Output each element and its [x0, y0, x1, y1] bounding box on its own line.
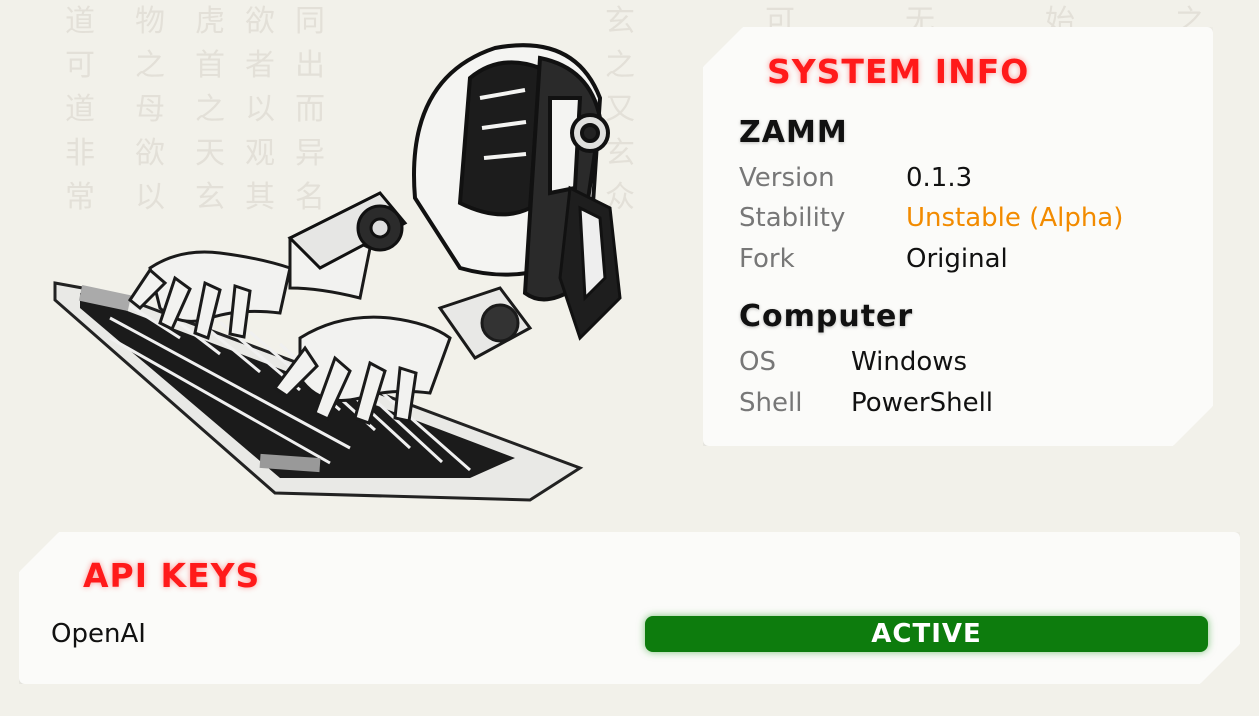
stability-value: Unstable (Alpha) [906, 203, 1124, 233]
os-value: Windows [851, 347, 968, 377]
version-label: Version [739, 163, 835, 193]
fork-label: Fork [739, 244, 795, 274]
shell-value: PowerShell [851, 388, 994, 418]
os-label: OS [739, 347, 776, 377]
robot-typing-illustration [53, 43, 622, 502]
system-info-panel: SYSTEM INFO ZAMM Version 0.1.3 Stability… [703, 27, 1213, 446]
zamm-section-heading: ZAMM [739, 115, 848, 150]
system-info-title: SYSTEM INFO [767, 52, 1030, 91]
computer-section-heading: Computer [739, 299, 914, 334]
stability-label: Stability [739, 203, 846, 233]
shell-label: Shell [739, 388, 803, 418]
api-key-status-badge[interactable]: ACTIVE [645, 616, 1208, 652]
api-keys-panel: API KEYS OpenAI ACTIVE [19, 532, 1240, 684]
fork-value: Original [906, 244, 1008, 274]
api-key-service-label: OpenAI [51, 619, 146, 649]
version-value: 0.1.3 [906, 163, 973, 193]
api-keys-title: API KEYS [83, 556, 261, 595]
